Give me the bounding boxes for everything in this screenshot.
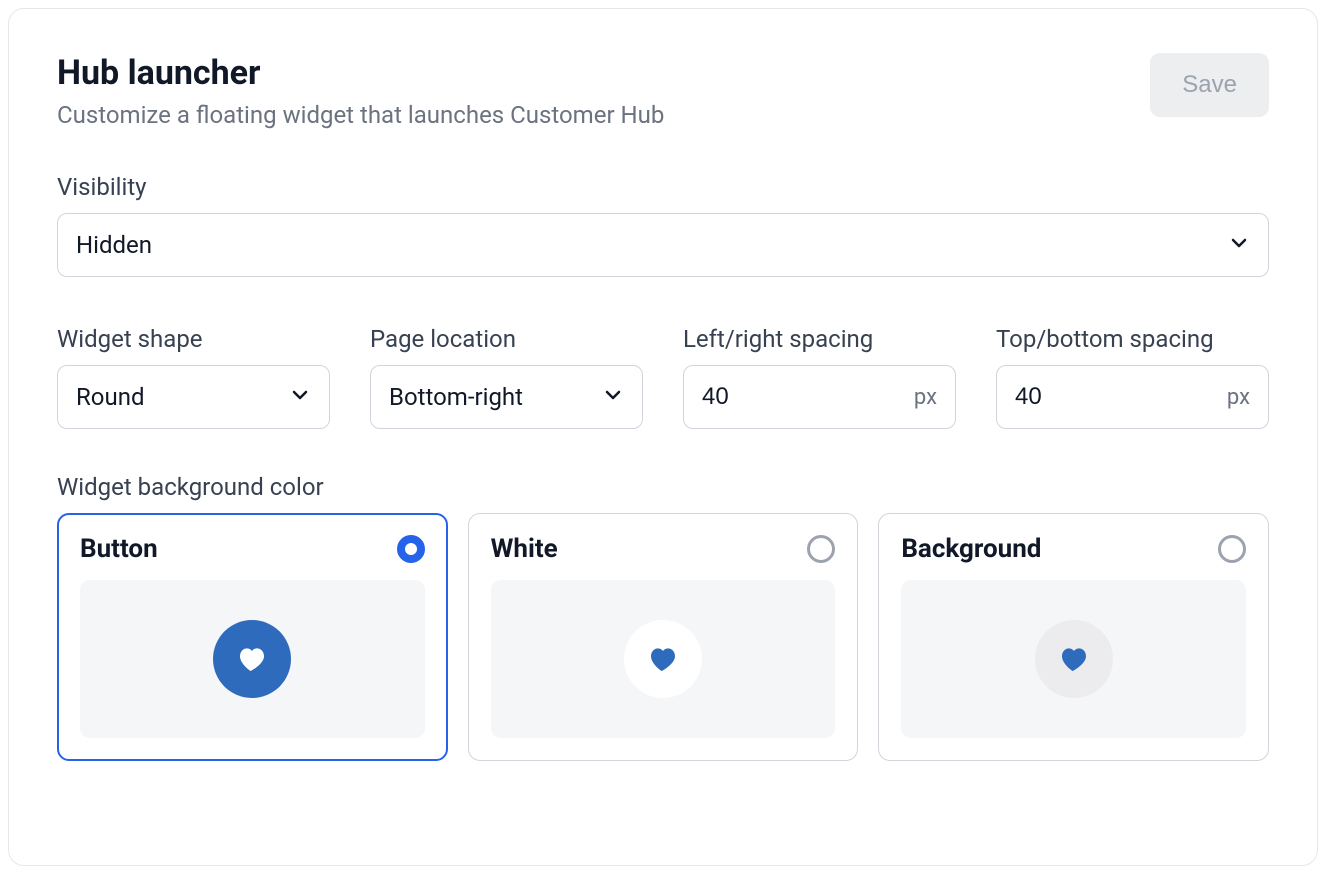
bg-color-option-label: White — [491, 534, 558, 564]
radio-unselected-icon — [1218, 535, 1246, 563]
top-bottom-spacing-field: Top/bottom spacing px — [996, 325, 1269, 429]
bg-color-options: Button White — [57, 513, 1269, 761]
widget-shape-select[interactable]: Round — [57, 365, 330, 429]
page-location-select[interactable]: Bottom-right — [370, 365, 643, 429]
settings-card: Hub launcher Customize a floating widget… — [8, 8, 1318, 866]
radio-unselected-icon — [807, 535, 835, 563]
widget-shape-value: Round — [76, 383, 145, 411]
bg-color-preview — [901, 580, 1246, 738]
left-right-spacing-unit: px — [914, 385, 937, 410]
heart-icon — [1058, 643, 1090, 675]
visibility-select[interactable]: Hidden — [57, 213, 1269, 277]
visibility-field: Visibility Hidden — [57, 173, 1269, 277]
bg-color-option-label: Button — [80, 534, 158, 564]
radio-selected-icon — [397, 535, 425, 563]
bg-color-card-header: White — [491, 534, 836, 564]
page-subtitle: Customize a floating widget that launche… — [57, 101, 664, 129]
bg-color-card-header: Background — [901, 534, 1246, 564]
top-bottom-spacing-input-wrap[interactable]: px — [996, 365, 1269, 429]
bg-color-option-white[interactable]: White — [468, 513, 859, 761]
page-title: Hub launcher — [57, 53, 664, 93]
page-location-field: Page location Bottom-right — [370, 325, 643, 429]
page-location-value: Bottom-right — [389, 383, 523, 411]
top-bottom-spacing-input[interactable] — [1015, 383, 1180, 411]
bg-color-preview — [491, 580, 836, 738]
bg-color-preview — [80, 580, 425, 738]
header-text: Hub launcher Customize a floating widget… — [57, 53, 664, 129]
page-location-label: Page location — [370, 325, 643, 353]
settings-row: Widget shape Round Page location Bottom-… — [57, 325, 1269, 429]
header-row: Hub launcher Customize a floating widget… — [57, 53, 1269, 129]
bg-color-card-header: Button — [80, 534, 425, 564]
widget-shape-select-wrap: Round — [57, 365, 330, 429]
bg-color-section: Widget background color Button White — [57, 473, 1269, 761]
heart-icon — [647, 643, 679, 675]
visibility-value: Hidden — [76, 231, 152, 259]
visibility-select-wrap: Hidden — [57, 213, 1269, 277]
top-bottom-spacing-unit: px — [1227, 385, 1250, 410]
left-right-spacing-label: Left/right spacing — [683, 325, 956, 353]
widget-shape-label: Widget shape — [57, 325, 330, 353]
left-right-spacing-input[interactable] — [702, 383, 867, 411]
top-bottom-spacing-label: Top/bottom spacing — [996, 325, 1269, 353]
preview-circle — [1035, 620, 1113, 698]
bg-color-label: Widget background color — [57, 473, 1269, 501]
widget-shape-field: Widget shape Round — [57, 325, 330, 429]
bg-color-option-label: Background — [901, 534, 1041, 564]
visibility-label: Visibility — [57, 173, 1269, 201]
bg-color-option-button[interactable]: Button — [57, 513, 448, 761]
left-right-spacing-field: Left/right spacing px — [683, 325, 956, 429]
heart-icon — [236, 643, 268, 675]
left-right-spacing-input-wrap[interactable]: px — [683, 365, 956, 429]
page-location-select-wrap: Bottom-right — [370, 365, 643, 429]
save-button[interactable]: Save — [1150, 53, 1269, 117]
preview-circle — [213, 620, 291, 698]
bg-color-option-background[interactable]: Background — [878, 513, 1269, 761]
preview-circle — [624, 620, 702, 698]
